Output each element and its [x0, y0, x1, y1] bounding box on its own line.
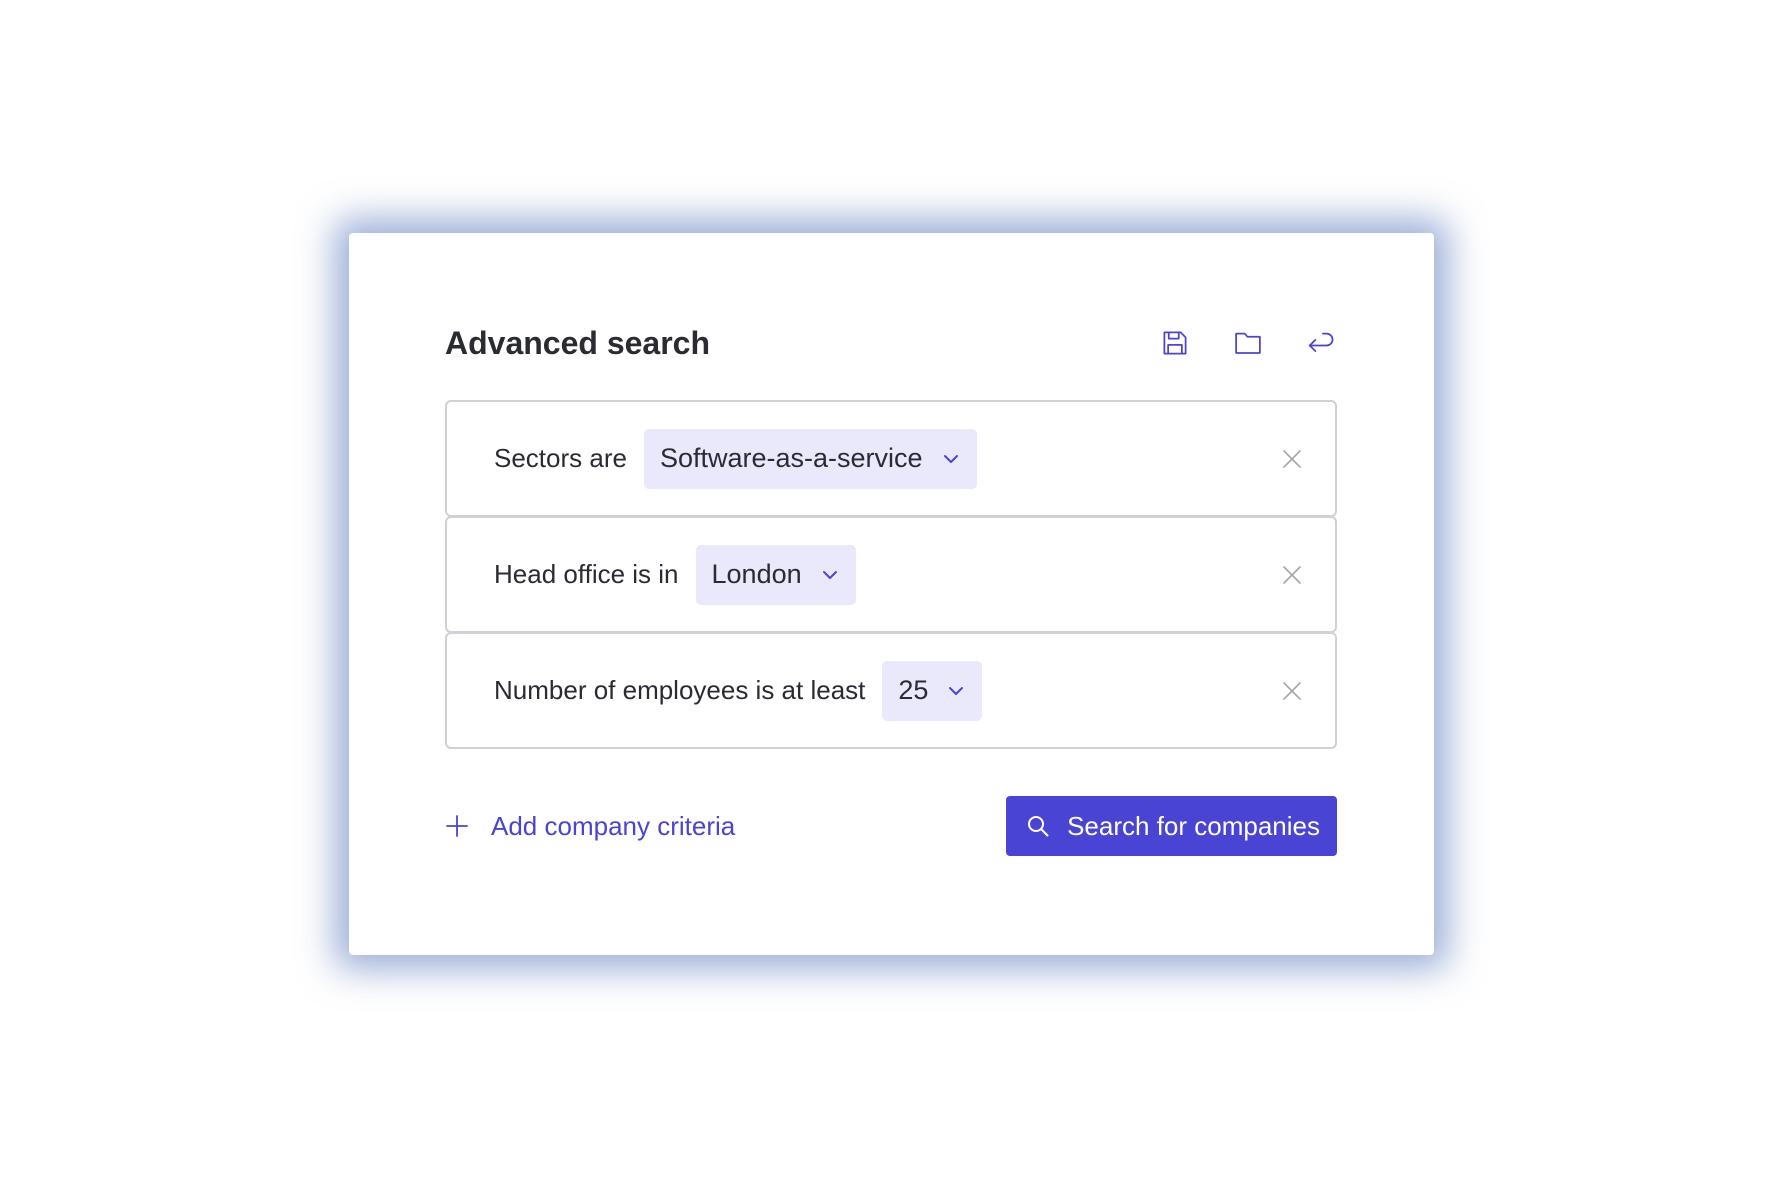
criteria-label: Number of employees is at least [494, 675, 866, 705]
criteria-row-head-office: Head office is in London [445, 516, 1337, 633]
panel-footer: Add company criteria Search for companie… [445, 796, 1337, 856]
close-icon [1283, 449, 1301, 468]
return-icon [1308, 332, 1333, 352]
remove-criteria-button[interactable] [1275, 674, 1309, 708]
panel-content: Advanced search Sectors are Software-as-… [445, 311, 1337, 856]
close-icon [1283, 681, 1301, 700]
panel-header: Advanced search [445, 311, 1337, 375]
sector-dropdown[interactable]: Software-as-a-service [643, 428, 977, 489]
search-button-label: Search for companies [1067, 810, 1320, 841]
reset-button[interactable] [1304, 327, 1337, 360]
chevron-down-icon [941, 449, 961, 469]
header-actions [1158, 327, 1337, 360]
search-icon [1028, 816, 1049, 837]
open-folder-button[interactable] [1231, 327, 1264, 360]
dropdown-value: London [711, 559, 802, 589]
add-criteria-label: Add company criteria [491, 810, 736, 841]
criteria-row-sectors: Sectors are Software-as-a-service [445, 400, 1337, 517]
folder-icon [1234, 332, 1261, 354]
search-companies-button[interactable]: Search for companies [1006, 796, 1337, 856]
criteria-list: Sectors are Software-as-a-service Head o… [445, 400, 1337, 749]
dropdown-value: 25 [898, 675, 929, 705]
criteria-label: Sectors are [494, 443, 627, 473]
employee-count-dropdown[interactable]: 25 [882, 660, 983, 721]
chevron-down-icon [946, 681, 966, 701]
remove-criteria-button[interactable] [1275, 558, 1309, 592]
add-criteria-link[interactable]: Add company criteria [445, 811, 1006, 842]
close-icon [1283, 565, 1301, 584]
advanced-search-panel: Advanced search Sectors are Software-as-… [349, 233, 1434, 955]
dropdown-value: Software-as-a-service [659, 443, 923, 473]
location-dropdown[interactable]: London [695, 544, 856, 605]
plus-icon [446, 815, 468, 837]
criteria-row-employees: Number of employees is at least 25 [445, 632, 1337, 749]
page-title: Advanced search [445, 324, 711, 361]
save-icon [1163, 331, 1186, 355]
criteria-label: Head office is in [494, 559, 679, 589]
chevron-down-icon [820, 565, 840, 585]
save-button[interactable] [1158, 327, 1191, 360]
remove-criteria-button[interactable] [1275, 442, 1309, 476]
